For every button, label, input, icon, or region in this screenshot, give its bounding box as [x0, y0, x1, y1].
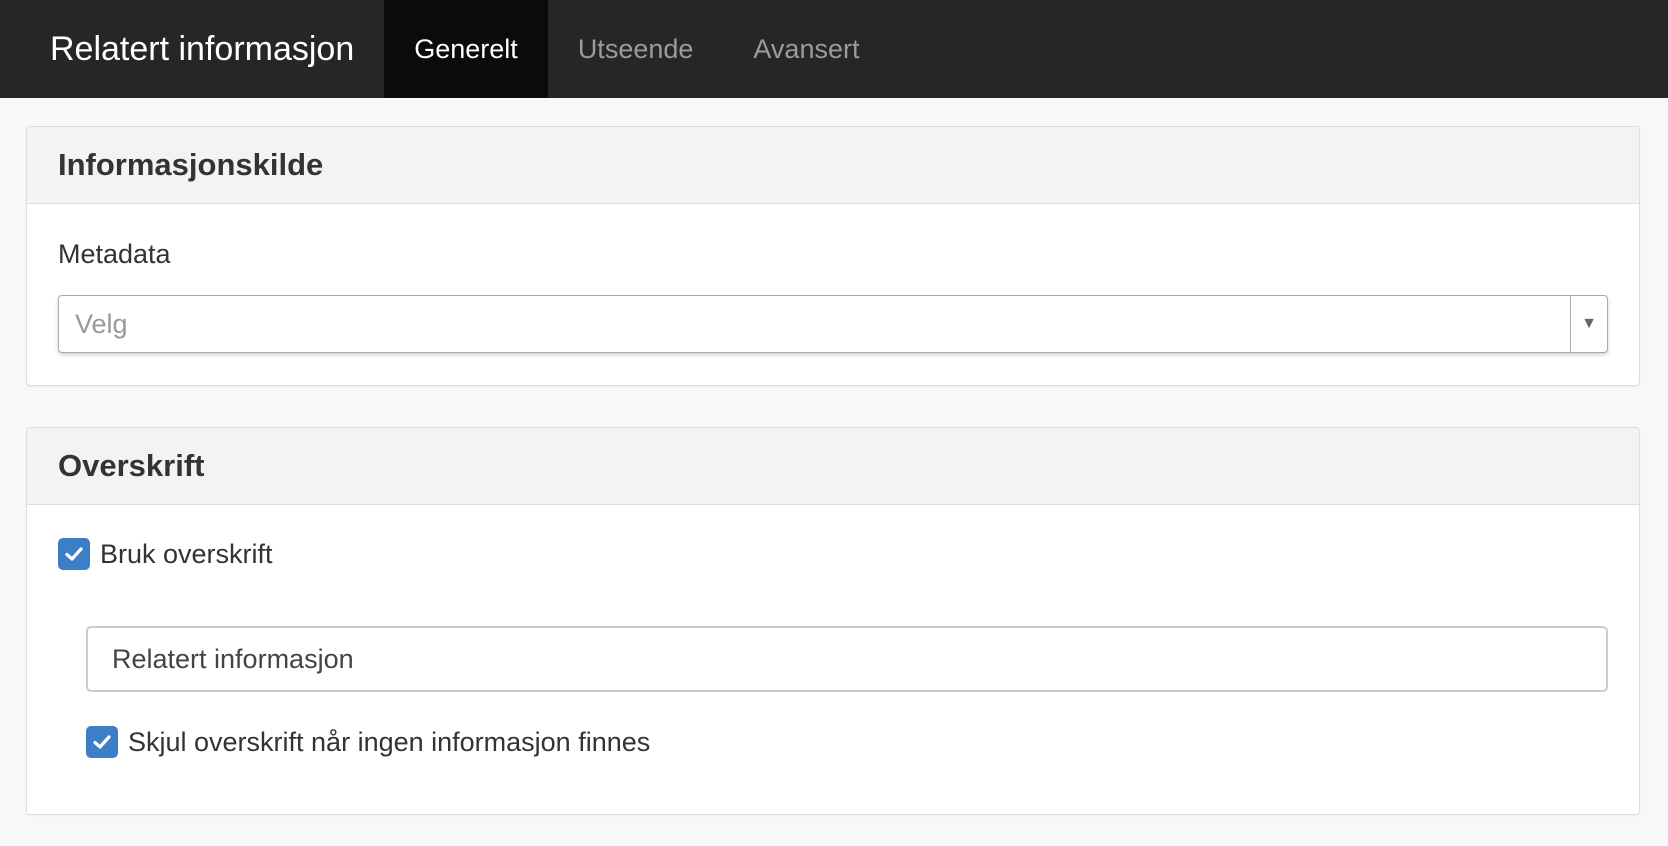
hide-heading-option[interactable]: Skjul overskrift når ingen informasjon f…	[86, 726, 650, 758]
use-heading-option[interactable]: Bruk overskrift	[58, 538, 273, 570]
information-source-heading: Informasjonskilde	[27, 127, 1639, 204]
tab-generelt[interactable]: Generelt	[384, 0, 548, 98]
top-navigation-bar: Relatert informasjon Generelt Utseende A…	[0, 0, 1668, 98]
hide-heading-label: Skjul overskrift når ingen informasjon f…	[128, 726, 651, 757]
caret-down-icon[interactable]: ▼	[1570, 296, 1607, 352]
use-heading-label: Bruk overskrift	[100, 538, 273, 569]
metadata-select-placeholder: Velg	[75, 308, 128, 339]
app-title: Relatert informasjon	[50, 29, 355, 68]
metadata-select[interactable]: Velg ▼	[58, 295, 1608, 353]
hide-heading-checkbox[interactable]	[86, 726, 118, 758]
tab-avansert[interactable]: Avansert	[723, 0, 889, 98]
metadata-label: Metadata	[58, 239, 171, 269]
heading-text-input[interactable]	[86, 626, 1608, 692]
checkmark-icon	[93, 735, 111, 749]
checkmark-icon	[65, 547, 83, 561]
tab-utseende[interactable]: Utseende	[548, 0, 724, 98]
use-heading-checkbox[interactable]	[58, 538, 90, 570]
information-source-panel: Informasjonskilde Metadata Velg ▼	[26, 126, 1640, 386]
heading-panel-title: Overskrift	[27, 428, 1639, 505]
heading-panel: Overskrift Bruk overskrift Skjul overskr…	[26, 427, 1640, 815]
